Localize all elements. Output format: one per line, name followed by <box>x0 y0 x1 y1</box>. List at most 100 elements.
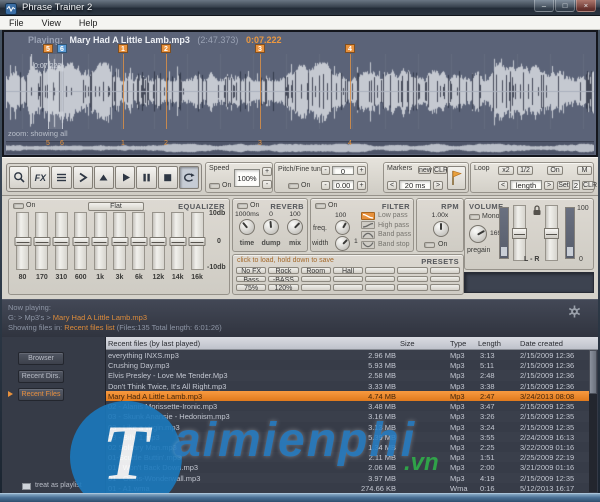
preset-hall[interactable]: Hall <box>333 267 363 274</box>
file-row-7[interactable]: 03 - Like a virgin.mp33.13 MBMp33:242/15… <box>106 422 589 432</box>
eq-slider-thumb-1k[interactable] <box>92 237 109 246</box>
menu-item-help[interactable]: Help <box>70 18 107 28</box>
playlist-button[interactable] <box>51 166 71 189</box>
loop-m-button[interactable]: M <box>577 166 592 175</box>
file-row-3[interactable]: Don't Think Twice, It's All Right.mp33.3… <box>106 381 589 391</box>
pitch-on-checkbox[interactable] <box>288 183 299 189</box>
loop-on-button[interactable]: On <box>547 166 563 175</box>
marker-new-button[interactable]: new <box>418 166 431 174</box>
eq-slider-14k[interactable] <box>171 212 184 270</box>
column-header-3[interactable]: Length <box>478 339 501 348</box>
filter-mode-high-pass[interactable]: High pass <box>361 221 413 231</box>
preset-room[interactable]: Room <box>301 267 331 274</box>
eq-slider-thumb-14k[interactable] <box>169 237 186 246</box>
fx-button[interactable]: FX <box>30 166 50 189</box>
file-row-5[interactable]: 02 - Alanis Morissette-Ironic.mp33.48 MB… <box>106 401 589 411</box>
sidebar-recent-files[interactable]: Recent Files <box>18 388 64 401</box>
file-row-13[interactable]: 01 - A1.wma274.66 KBWma0:165/12/2013 16:… <box>106 483 589 493</box>
preset-empty-1-3[interactable] <box>333 276 363 283</box>
pitch-minus-button[interactable]: - <box>321 166 330 175</box>
preset-empty-1-2[interactable] <box>301 276 331 283</box>
reverb-on-checkbox[interactable] <box>237 203 248 209</box>
speed-plus-button[interactable]: + <box>262 167 272 176</box>
filter-mode-band-pass[interactable]: Band pass <box>361 230 413 240</box>
preset-empty-2-5[interactable] <box>397 284 427 291</box>
preset-bass[interactable]: Bass <box>236 276 266 283</box>
close-button[interactable]: × <box>576 0 596 12</box>
filter-mode-low-pass[interactable]: Low pass <box>361 211 413 221</box>
loop-x2-button[interactable]: x2 <box>498 166 514 175</box>
eq-slider-6k[interactable] <box>132 212 145 270</box>
preset-bass[interactable]: -BASS <box>268 276 298 283</box>
filter-freq-knob[interactable] <box>335 220 350 235</box>
eq-flat-button[interactable]: Flat <box>88 202 144 211</box>
scrollbar-thumb[interactable] <box>589 350 597 394</box>
preset-empty-2-2[interactable] <box>301 284 331 291</box>
menu-item-file[interactable]: File <box>0 18 33 28</box>
eq-slider-310[interactable] <box>55 212 68 270</box>
loop-clear-button[interactable]: CLR <box>582 181 595 190</box>
eq-slider-thumb-600[interactable] <box>72 237 89 246</box>
volume-slider-left-thumb[interactable] <box>512 228 527 239</box>
eq-slider-thumb-80[interactable] <box>14 237 31 246</box>
volume-slider-right-thumb[interactable] <box>544 228 559 239</box>
eq-slider-thumb-310[interactable] <box>53 237 70 246</box>
eq-slider-thumb-12k[interactable] <box>150 237 167 246</box>
preset-75[interactable]: 75% <box>236 284 266 291</box>
file-row-10[interactable]: 01-Scuttle Buttin'.mp32.11 MBMp31:512/25… <box>106 452 589 462</box>
preset-empty-1-4[interactable] <box>365 276 395 283</box>
menu-item-view[interactable]: View <box>33 18 70 28</box>
file-row-9[interactable]: 02 Solitary Man.mp31.34 MBMp32:253/22/20… <box>106 442 589 452</box>
file-row-1[interactable]: Crushing Day.mp35.93 MBMp35:112/15/2009 … <box>106 360 589 370</box>
showing-list-name[interactable]: Recent files list <box>64 323 114 332</box>
fine-minus-button[interactable]: - <box>321 181 330 190</box>
pause-button[interactable] <box>136 166 156 189</box>
volume-slider-right[interactable] <box>545 205 558 261</box>
eq-slider-3k[interactable] <box>113 212 126 270</box>
fine-plus-button[interactable]: + <box>357 181 366 190</box>
eject-button[interactable] <box>94 166 114 189</box>
file-row-8[interactable]: 03 - Billy 1.mp35.39 MBMp33:552/24/2009 … <box>106 432 589 442</box>
preset-empty-1-5[interactable] <box>397 276 427 283</box>
preset-empty-0-5[interactable] <box>397 267 427 274</box>
eq-on-checkbox[interactable] <box>13 203 24 209</box>
filter-on-checkbox[interactable] <box>315 203 326 209</box>
pregain-knob[interactable] <box>469 225 487 243</box>
maximize-button[interactable]: □ <box>555 0 575 12</box>
stop-button[interactable] <box>158 166 178 189</box>
waveform-display[interactable] <box>6 54 594 129</box>
column-header-0[interactable]: Recent files (by last played) <box>108 339 200 348</box>
reverb-time-knob[interactable] <box>239 219 255 235</box>
mono-checkbox[interactable] <box>469 214 480 220</box>
loop-prev-button[interactable]: < <box>498 181 508 190</box>
eq-slider-12k[interactable] <box>152 212 165 270</box>
table-scrollbar[interactable] <box>589 350 597 492</box>
preset-empty-2-3[interactable] <box>333 284 363 291</box>
speed-on-checkbox[interactable] <box>209 183 220 189</box>
file-row-11[interactable]: 01 I Won't Back Down.mp32.06 MBMp32:003/… <box>106 462 589 472</box>
loop-next-button[interactable]: > <box>544 181 554 190</box>
loop-half-button[interactable]: 1/2 <box>517 166 533 175</box>
preset-rock[interactable]: Rock <box>268 267 298 274</box>
loop-button[interactable] <box>179 166 199 189</box>
file-row-0[interactable]: everything INXS.mp32.96 MBMp33:132/15/20… <box>106 350 589 360</box>
file-row-6[interactable]: 03 - Skunk Anansie - Hedonism.mp33.16 MB… <box>106 411 589 421</box>
eq-slider-16k[interactable] <box>191 212 204 270</box>
zoom-button[interactable] <box>9 166 29 189</box>
play-button[interactable] <box>115 166 135 189</box>
preset-no-fx[interactable]: No FX <box>236 267 266 274</box>
preset-empty-1-6[interactable] <box>430 276 460 283</box>
go-to-cursor-button[interactable] <box>73 166 93 189</box>
preset-empty-2-6[interactable] <box>430 284 460 291</box>
minimize-button[interactable]: – <box>534 0 554 12</box>
eq-slider-80[interactable] <box>16 212 29 270</box>
pitch-plus-button[interactable]: + <box>357 166 366 175</box>
marker-flag-button[interactable] <box>447 166 466 190</box>
marker-flag-1[interactable]: 1 <box>118 44 128 53</box>
eq-slider-170[interactable] <box>35 212 48 270</box>
titlebar[interactable]: Phrase Trainer 2 – □ × <box>0 0 600 16</box>
column-header-4[interactable]: Date created <box>520 339 563 348</box>
sidebar-recent-dirs[interactable]: Recent Dirs. <box>18 370 64 383</box>
reverb-dump-knob[interactable] <box>263 219 279 235</box>
marker-clear-button[interactable]: CLR <box>433 166 447 174</box>
